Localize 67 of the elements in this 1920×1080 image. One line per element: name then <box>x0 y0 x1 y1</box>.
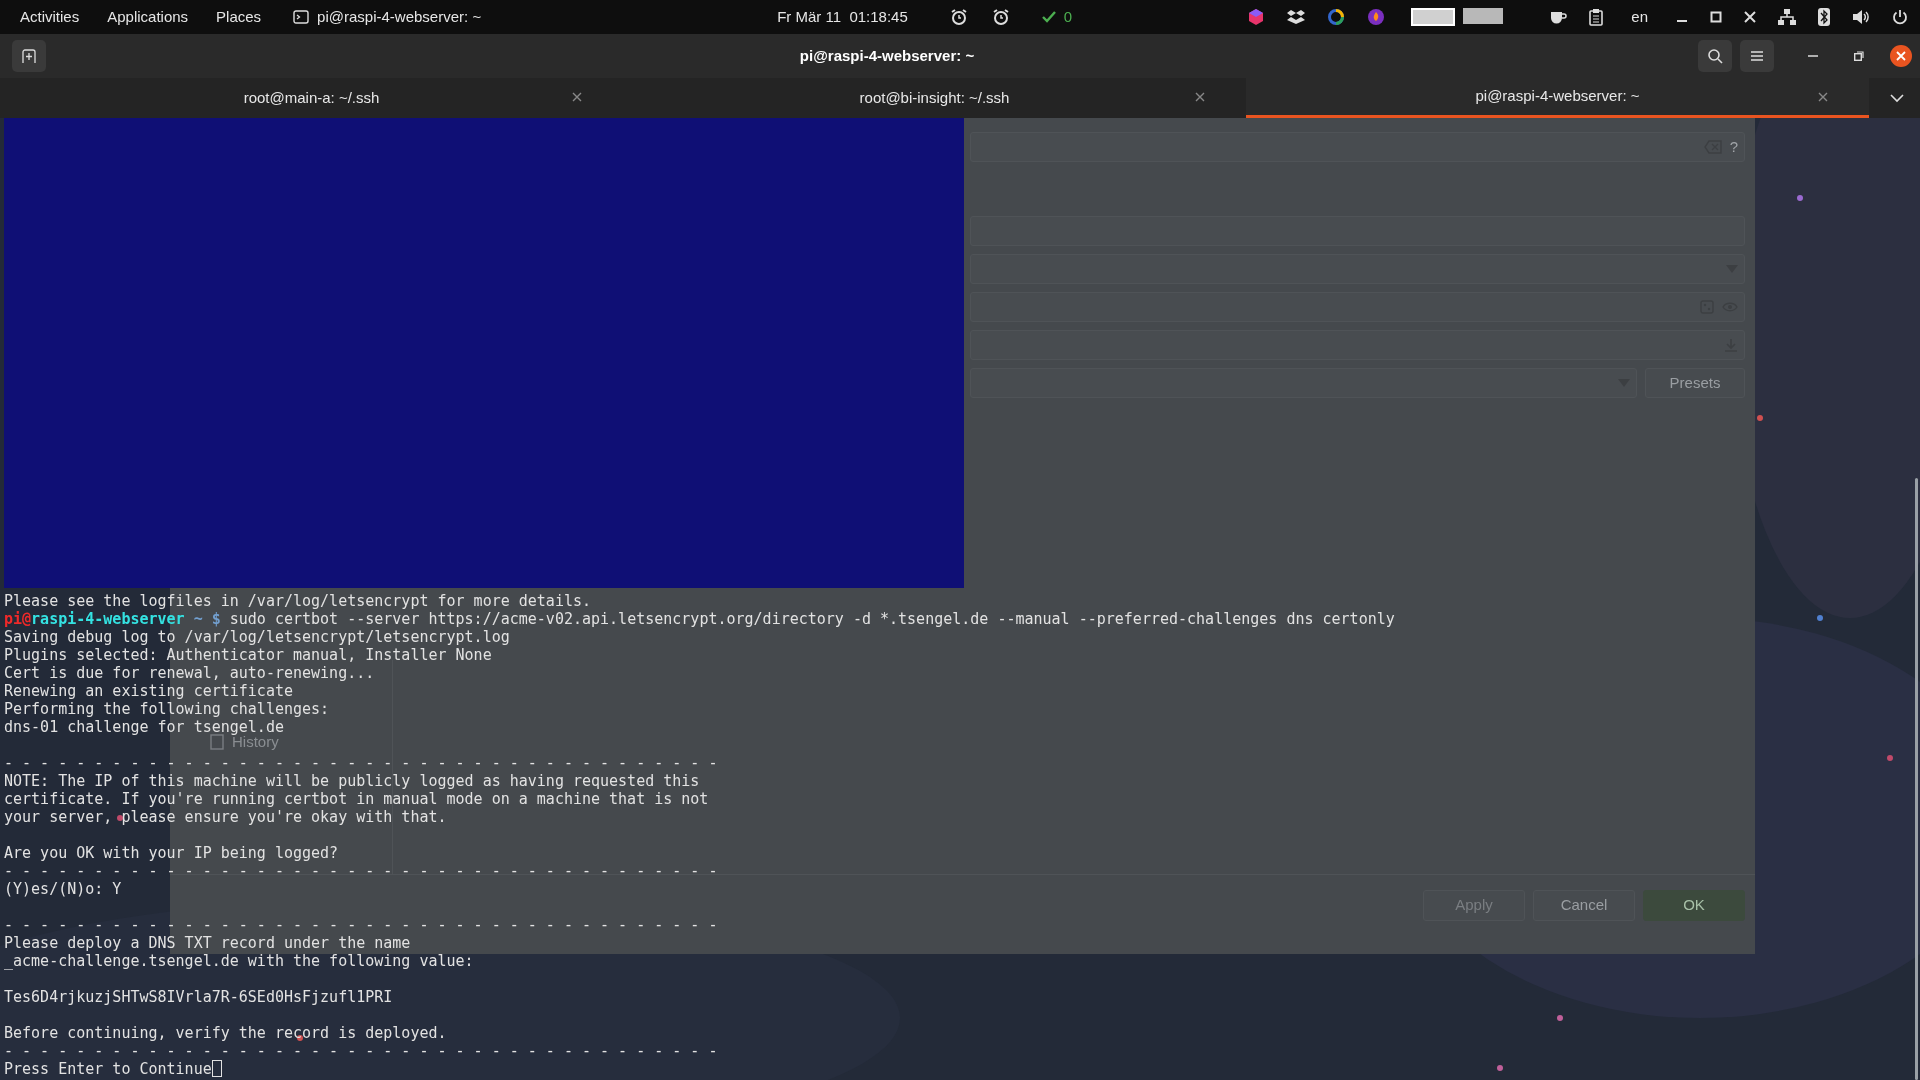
search-button[interactable] <box>1698 40 1732 72</box>
power-icon[interactable] <box>1892 9 1908 25</box>
help-label[interactable]: ? <box>1729 138 1738 156</box>
menu-item[interactable]: Places <box>216 5 262 29</box>
scrollbar[interactable] <box>1915 478 1918 1080</box>
terminal-line: - - - - - - - - - - - - - - - - - - - - - - - - - - - - - - - - - - - - - - - - <box>4 916 718 934</box>
search-icon <box>1707 48 1723 64</box>
flame-icon[interactable] <box>1367 8 1386 26</box>
tab[interactable]: root@bi-insight: ~/.ssh <box>623 78 1246 118</box>
ring-icon[interactable] <box>1327 8 1346 26</box>
restore-icon <box>1854 51 1864 61</box>
terminal-line: Plugins selected: Authenticator manual, Installer None <box>4 646 492 664</box>
terminal-line: Saving debug log to /var/log/letsencrypt/letsencrypt.log <box>4 628 510 646</box>
terminal-icon <box>293 10 310 24</box>
new-tab-button[interactable] <box>12 40 46 72</box>
terminal-line: Cert is due for renewal, auto-renewing... <box>4 664 375 682</box>
language-indicator[interactable]: en <box>1631 5 1648 29</box>
terminal-line: certificate. If you're running certbot in manual mode on a machine that is not <box>4 790 709 808</box>
minimize-icon <box>1808 55 1818 57</box>
terminal-line: pi@raspi-4-webserver ~ $ sudo certbot --server https://acme-v02.api.letsencrypt.org/directory -d *.tsengel.de --manual --preferred-challenges dns certonly <box>4 610 1395 628</box>
terminal-line: Please see the logfiles in /var/log/letsencrypt for more details. <box>4 592 591 610</box>
menu-item[interactable]: Applications <box>107 5 189 29</box>
tab[interactable]: root@main-a: ~/.ssh <box>0 78 623 118</box>
text-cursor <box>211 1060 222 1077</box>
terminal-line: Performing the following challenges: <box>4 700 330 718</box>
chevron-down-icon <box>1890 93 1904 103</box>
clock[interactable]: Fr Mär 11 01:18:45 <box>777 5 908 29</box>
indicator-bar[interactable] <box>1411 8 1456 26</box>
terminal-line: dns-01 challenge for tsengel.de <box>4 718 284 736</box>
close-icon[interactable] <box>1744 11 1756 23</box>
menu-item[interactable]: Activities <box>20 5 80 29</box>
network-icon[interactable] <box>1778 9 1796 25</box>
input-field[interactable]: ? <box>970 132 1745 162</box>
alarm-clock-icon[interactable] <box>991 8 1010 26</box>
indicator-bar[interactable] <box>1463 8 1504 24</box>
terminal-line: your server, please ensure you're okay with that. <box>4 808 447 826</box>
app-menu[interactable]: pi@raspi-4-webserver: ~ <box>317 5 482 29</box>
bluetooth-icon[interactable] <box>1818 8 1830 26</box>
terminal-line: _acme-challenge.tsengel.de with the following value: <box>4 952 474 970</box>
terminal-line: Before continuing, verify the record is deployed. <box>4 1024 447 1042</box>
clipboard-icon[interactable] <box>1589 8 1604 26</box>
terminal-line: - - - - - - - - - - - - - - - - - - - - - - - - - - - - - - - - - - - - - - - - <box>4 862 718 880</box>
terminal-line: Renewing an existing certificate <box>4 682 293 700</box>
window-title: pi@raspi-4-webserver: ~ <box>798 45 976 66</box>
terminal-line: - - - - - - - - - - - - - - - - - - - - - - - - - - - - - - - - - - - - - - - - <box>4 1042 718 1060</box>
alarm-clock-icon[interactable] <box>949 8 968 26</box>
menu-button[interactable] <box>1740 40 1774 72</box>
close-icon <box>1896 51 1906 61</box>
terminal-line: Press Enter to Continue <box>4 1060 212 1078</box>
terminal-line: Tes6D4rjkuzjSHTwS8IVrla7R-6SEd0HsFjzufl1PRI <box>4 988 393 1006</box>
update-count[interactable]: 0 <box>1063 5 1073 29</box>
maximize-icon[interactable] <box>1710 11 1722 23</box>
check-icon[interactable] <box>1041 11 1056 23</box>
terminal-line: (Y)es/(N)o: Y <box>4 880 122 898</box>
cup-icon[interactable] <box>1549 9 1568 25</box>
close-button[interactable] <box>1890 45 1912 67</box>
tab[interactable]: pi@raspi-4-webserver: ~ <box>1246 78 1869 118</box>
terminal-line: - - - - - - - - - - - - - - - - - - - - - - - - - - - - - - - - - - - - - - - - <box>4 754 718 772</box>
volume-icon[interactable] <box>1852 9 1870 25</box>
menu-icon <box>1750 50 1764 62</box>
new-tab-icon <box>21 48 37 64</box>
box-icon[interactable] <box>1287 9 1306 25</box>
cube-icon[interactable] <box>1247 8 1266 26</box>
dialog-button[interactable]: OK <box>1643 890 1745 921</box>
terminal-line: Please deploy a DNS TXT record under the name <box>4 934 411 952</box>
terminal-line: Are you OK with your IP being logged? <box>4 844 339 862</box>
terminal-line: NOTE: The IP of this machine will be publicly logged as having requested this <box>4 772 700 790</box>
